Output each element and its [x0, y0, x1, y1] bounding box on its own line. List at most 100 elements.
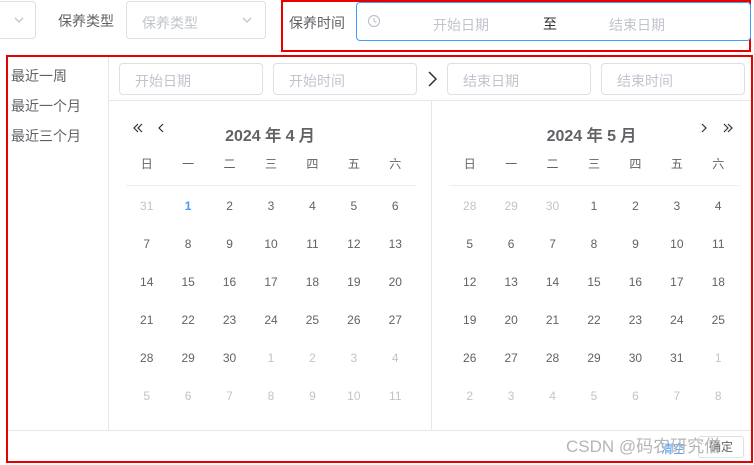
day-cell[interactable]: 8: [698, 377, 739, 415]
day-cell[interactable]: 4: [698, 187, 739, 225]
day-cell[interactable]: 10: [656, 225, 697, 263]
next-year-icon[interactable]: [721, 121, 735, 135]
day-cell[interactable]: 20: [490, 301, 531, 339]
day-cell[interactable]: 7: [532, 225, 573, 263]
start-time-input[interactable]: 开始时间: [273, 63, 417, 95]
day-cell[interactable]: 25: [698, 301, 739, 339]
day-cell[interactable]: 31: [126, 187, 167, 225]
day-cell[interactable]: 24: [250, 301, 291, 339]
day-cell[interactable]: 20: [375, 263, 416, 301]
day-cell[interactable]: 28: [449, 187, 490, 225]
day-cell[interactable]: 9: [615, 225, 656, 263]
day-cell[interactable]: 31: [656, 339, 697, 377]
day-cell[interactable]: 29: [167, 339, 208, 377]
day-cell[interactable]: 9: [209, 225, 250, 263]
shortcut-last-three-months[interactable]: 最近三个月: [8, 121, 108, 151]
day-cell[interactable]: 7: [126, 225, 167, 263]
day-cell[interactable]: 2: [449, 377, 490, 415]
day-cell[interactable]: 4: [532, 377, 573, 415]
day-cell[interactable]: 8: [573, 225, 614, 263]
day-cell[interactable]: 10: [333, 377, 374, 415]
day-cell[interactable]: 29: [573, 339, 614, 377]
day-cell[interactable]: 6: [615, 377, 656, 415]
day-cell[interactable]: 17: [656, 263, 697, 301]
day-cell[interactable]: 8: [167, 225, 208, 263]
day-cell[interactable]: 29: [490, 187, 531, 225]
day-cell[interactable]: 5: [126, 377, 167, 415]
day-cell[interactable]: 14: [126, 263, 167, 301]
day-cell[interactable]: 4: [292, 187, 333, 225]
day-cell[interactable]: 4: [375, 339, 416, 377]
maintenance-type-select[interactable]: 保养类型: [126, 1, 266, 39]
day-cell[interactable]: 19: [449, 301, 490, 339]
day-cell[interactable]: 12: [449, 263, 490, 301]
day-cell[interactable]: 26: [333, 301, 374, 339]
day-cell[interactable]: 22: [573, 301, 614, 339]
day-cell-today[interactable]: 1: [167, 187, 208, 225]
day-cell[interactable]: 30: [209, 339, 250, 377]
day-cell[interactable]: 2: [615, 187, 656, 225]
day-cell[interactable]: 5: [449, 225, 490, 263]
day-cell[interactable]: 18: [292, 263, 333, 301]
day-cell[interactable]: 28: [126, 339, 167, 377]
day-cell[interactable]: 2: [292, 339, 333, 377]
day-cell[interactable]: 27: [490, 339, 531, 377]
day-cell[interactable]: 3: [333, 339, 374, 377]
day-cell[interactable]: 23: [209, 301, 250, 339]
day-cell[interactable]: 6: [167, 377, 208, 415]
day-cell[interactable]: 25: [292, 301, 333, 339]
day-cell[interactable]: 22: [167, 301, 208, 339]
day-cell[interactable]: 13: [490, 263, 531, 301]
day-cell[interactable]: 21: [126, 301, 167, 339]
shortcut-last-month[interactable]: 最近一个月: [8, 91, 108, 121]
end-date-placeholder[interactable]: 结束日期: [609, 15, 665, 35]
day-cell[interactable]: 24: [656, 301, 697, 339]
day-cell[interactable]: 30: [615, 339, 656, 377]
day-cell[interactable]: 6: [375, 187, 416, 225]
end-time-input[interactable]: 结束时间: [601, 63, 745, 95]
day-cell[interactable]: 11: [698, 225, 739, 263]
date-range-input[interactable]: 开始日期 至 结束日期: [356, 2, 751, 41]
day-cell[interactable]: 30: [532, 187, 573, 225]
day-cell[interactable]: 7: [656, 377, 697, 415]
day-cell[interactable]: 6: [490, 225, 531, 263]
day-cell[interactable]: 3: [656, 187, 697, 225]
day-cell[interactable]: 21: [532, 301, 573, 339]
day-cell[interactable]: 23: [615, 301, 656, 339]
day-cell[interactable]: 15: [573, 263, 614, 301]
day-cell[interactable]: 17: [250, 263, 291, 301]
day-cell[interactable]: 5: [573, 377, 614, 415]
start-date-placeholder[interactable]: 开始日期: [433, 15, 489, 35]
weekday-label: 四: [306, 157, 319, 171]
day-cell[interactable]: 12: [333, 225, 374, 263]
shortcut-last-week[interactable]: 最近一周: [8, 61, 108, 91]
day-cell[interactable]: 1: [250, 339, 291, 377]
maintenance-time-label: 保养时间: [289, 15, 345, 31]
day-cell[interactable]: 11: [292, 225, 333, 263]
day-cell[interactable]: 3: [250, 187, 291, 225]
previous-select[interactable]: [0, 1, 36, 39]
day-cell[interactable]: 13: [375, 225, 416, 263]
day-cell[interactable]: 28: [532, 339, 573, 377]
day-cell[interactable]: 1: [573, 187, 614, 225]
day-cell[interactable]: 8: [250, 377, 291, 415]
day-cell[interactable]: 14: [532, 263, 573, 301]
day-cell[interactable]: 10: [250, 225, 291, 263]
day-cell[interactable]: 19: [333, 263, 374, 301]
day-cell[interactable]: 1: [698, 339, 739, 377]
day-cell[interactable]: 7: [209, 377, 250, 415]
day-cell[interactable]: 2: [209, 187, 250, 225]
day-cell[interactable]: 11: [375, 377, 416, 415]
day-cell[interactable]: 9: [292, 377, 333, 415]
end-date-input[interactable]: 结束日期: [447, 63, 591, 95]
day-cell[interactable]: 16: [615, 263, 656, 301]
day-cell[interactable]: 26: [449, 339, 490, 377]
day-cell[interactable]: 16: [209, 263, 250, 301]
start-date-input[interactable]: 开始日期: [119, 63, 263, 95]
day-cell[interactable]: 5: [333, 187, 374, 225]
day-cell[interactable]: 27: [375, 301, 416, 339]
next-month-icon[interactable]: [698, 121, 710, 135]
day-cell[interactable]: 18: [698, 263, 739, 301]
day-cell[interactable]: 15: [167, 263, 208, 301]
day-cell[interactable]: 3: [490, 377, 531, 415]
